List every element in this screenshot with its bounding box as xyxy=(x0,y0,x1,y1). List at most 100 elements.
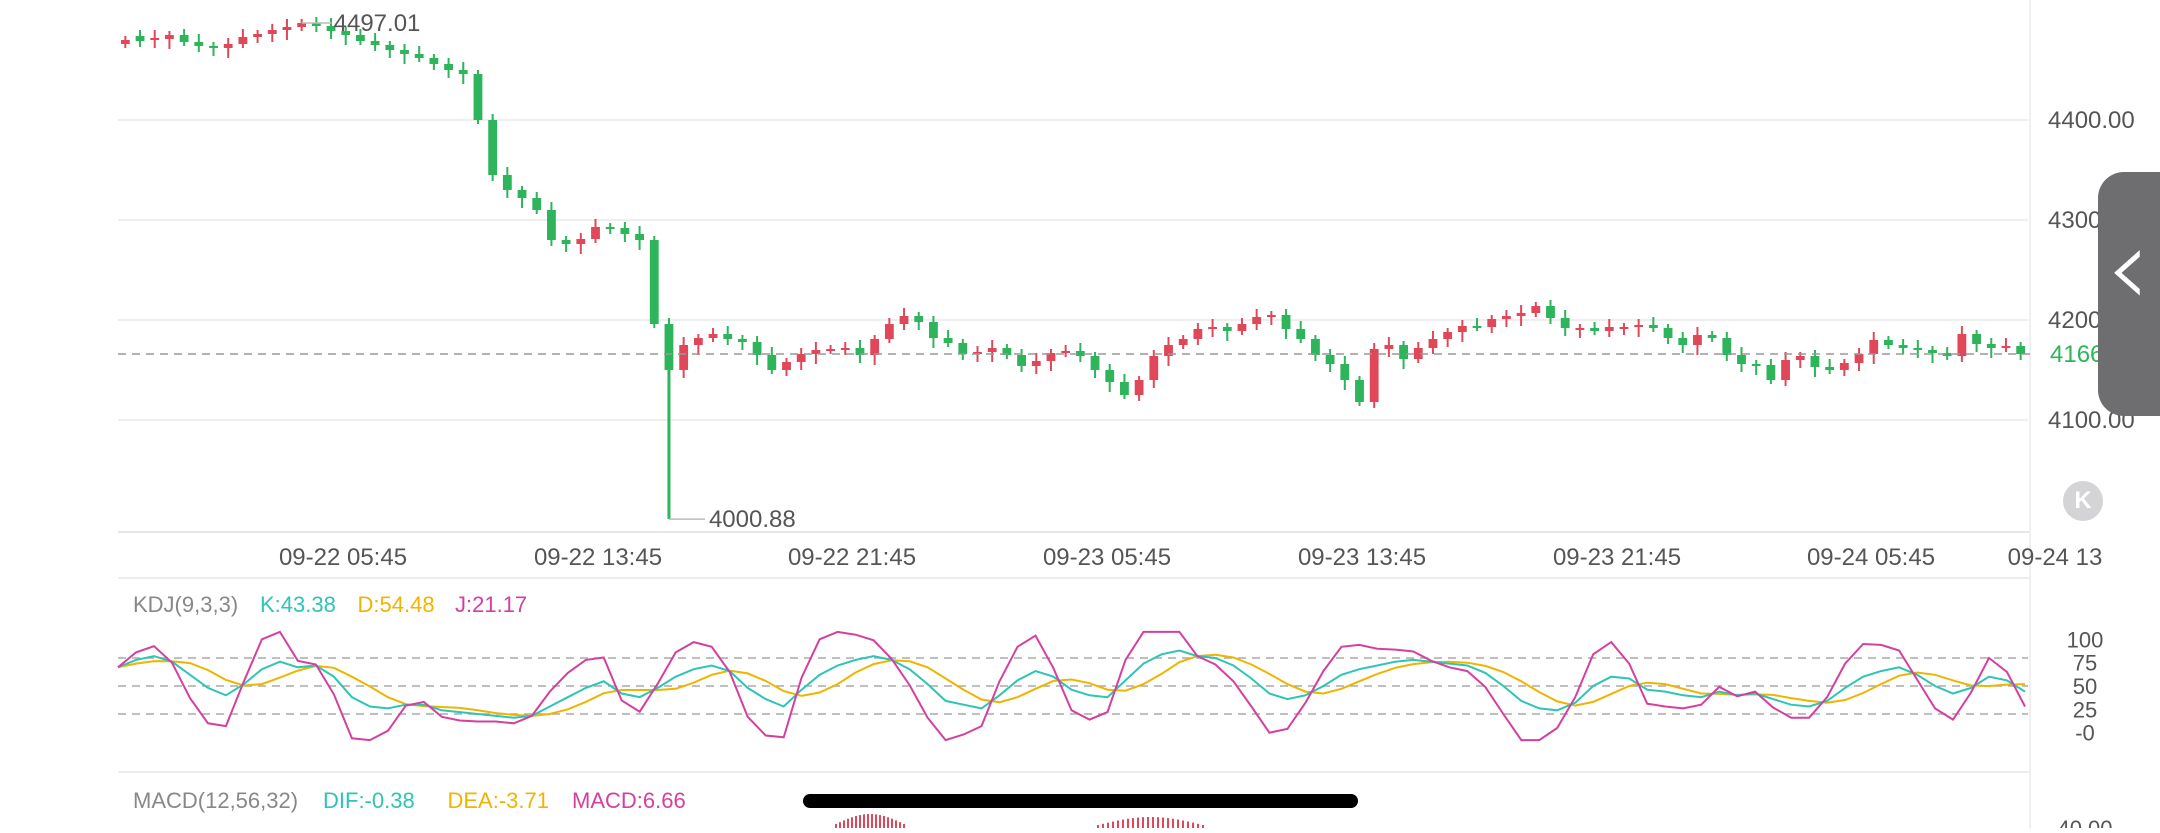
macd-histogram-bar xyxy=(883,816,885,828)
candle-body xyxy=(899,316,909,324)
macd-histogram-bar xyxy=(863,814,865,828)
macd-histogram-bar xyxy=(903,824,905,828)
chart-canvas[interactable]: 4000.884497.01 4400.004300.004200.004100… xyxy=(0,0,2160,833)
candle-body xyxy=(2001,346,2011,348)
candle-body xyxy=(1839,363,1849,370)
candle-body xyxy=(1149,356,1159,380)
candle-body xyxy=(1384,345,1394,349)
candlestick-series: 4000.88 4497.01 xyxy=(118,10,2030,533)
kdj-tick-label: 25 xyxy=(2073,697,2097,722)
macd-histogram-bar xyxy=(1147,817,1149,828)
candle-body xyxy=(958,343,968,354)
kdj-tick-label: 50 xyxy=(2073,674,2097,699)
candle-body xyxy=(165,35,174,39)
macd-histogram-bar xyxy=(847,818,849,828)
candle-body xyxy=(1222,327,1232,331)
candle-body xyxy=(943,338,953,343)
candle-body xyxy=(1678,338,1688,345)
candle-body xyxy=(1751,364,1761,366)
macd-histogram-bar xyxy=(1162,817,1164,828)
candle-body xyxy=(1105,370,1115,382)
candle-body xyxy=(1898,345,1908,348)
candle-body xyxy=(1693,335,1702,345)
macd-histogram-bar xyxy=(1172,818,1174,828)
macd-histogram-bar xyxy=(899,822,901,828)
candle-body xyxy=(1869,340,1879,354)
macd-histogram-bar xyxy=(887,817,889,828)
macd-histogram-bar xyxy=(1112,821,1114,828)
macd-histogram-bar xyxy=(1102,823,1104,828)
macd-histogram-bar xyxy=(855,816,857,828)
time-tick-label: 09-23 13:45 xyxy=(1298,544,1426,571)
candle-body xyxy=(194,42,204,46)
macd-histogram-bar xyxy=(895,820,897,828)
candle-body xyxy=(561,240,571,244)
candle-body xyxy=(1208,327,1217,329)
candle-body xyxy=(870,339,880,355)
candle-body xyxy=(1707,335,1717,338)
candle-body xyxy=(1619,327,1629,329)
time-tick-label: 09-22 05:45 xyxy=(279,544,407,571)
candle-body xyxy=(1957,334,1967,356)
candle-body xyxy=(385,45,395,50)
macd-histogram-bar xyxy=(1137,817,1139,828)
macd-histogram-bar xyxy=(1107,822,1109,828)
high-price-label: 4497.01 xyxy=(334,10,421,37)
candle-body xyxy=(370,41,380,45)
time-tick-label: 09-24 05:45 xyxy=(1807,544,1935,571)
candle-body xyxy=(1590,328,1599,331)
macd-histogram-bar xyxy=(1167,818,1169,828)
candle-body xyxy=(826,349,835,351)
candle-body xyxy=(1443,332,1453,339)
side-panel-handle[interactable]: ‹ xyxy=(2098,172,2160,416)
k-badge-icon[interactable]: K xyxy=(2063,481,2103,521)
candle-body xyxy=(1457,326,1467,332)
candle-body xyxy=(1472,326,1482,328)
macd-histogram-bar xyxy=(879,815,881,828)
candle-body xyxy=(884,324,894,339)
candle-body xyxy=(1825,367,1835,370)
candle-body xyxy=(1854,354,1864,363)
candle-body xyxy=(605,227,615,229)
candle-body xyxy=(502,175,512,190)
candle-body xyxy=(1795,356,1805,360)
candle-body xyxy=(914,316,924,322)
macd-histogram-bar xyxy=(891,818,893,828)
candle-body xyxy=(752,342,762,355)
candle-body xyxy=(1252,317,1262,324)
candle-body xyxy=(532,198,542,210)
candle-body xyxy=(1531,306,1541,313)
candle-body xyxy=(400,50,409,54)
candle-body xyxy=(738,339,747,342)
time-tick-label: 09-22 13:45 xyxy=(534,544,662,571)
macd-histogram-bar xyxy=(1132,818,1134,828)
macd-histogram-bar xyxy=(867,814,869,828)
candle-body xyxy=(517,190,527,198)
candle-body xyxy=(796,354,806,362)
macd-histogram-bar xyxy=(1177,819,1179,828)
candle-body xyxy=(1560,318,1570,328)
macd-histogram-bar xyxy=(1187,821,1189,828)
candle-body xyxy=(1281,315,1291,329)
candle-body xyxy=(473,74,483,120)
candle-body xyxy=(1369,349,1379,402)
candle-body xyxy=(1604,327,1614,331)
macd-tick-label: 40.00 xyxy=(2057,816,2112,828)
candle-body xyxy=(1663,328,1673,338)
candle-body xyxy=(1134,380,1144,395)
candle-body xyxy=(576,239,586,244)
candle-body xyxy=(1296,329,1306,339)
macd-indicator-label: MACD(12,56,32) xyxy=(133,788,298,813)
macd-histogram-bar xyxy=(839,822,841,828)
candle-body xyxy=(679,345,689,370)
kdj-legend-2: J:21.17 xyxy=(455,592,527,617)
candle-body xyxy=(444,64,453,70)
candle-body xyxy=(649,240,659,324)
candle-body xyxy=(635,234,644,240)
candle-body xyxy=(1120,382,1129,395)
macd-histogram-bar xyxy=(1122,819,1124,828)
candle-body xyxy=(135,36,145,41)
macd-legend-1: DEA:-3.71 xyxy=(448,788,550,813)
candle-body xyxy=(2016,346,2026,354)
candle-body xyxy=(238,37,248,44)
